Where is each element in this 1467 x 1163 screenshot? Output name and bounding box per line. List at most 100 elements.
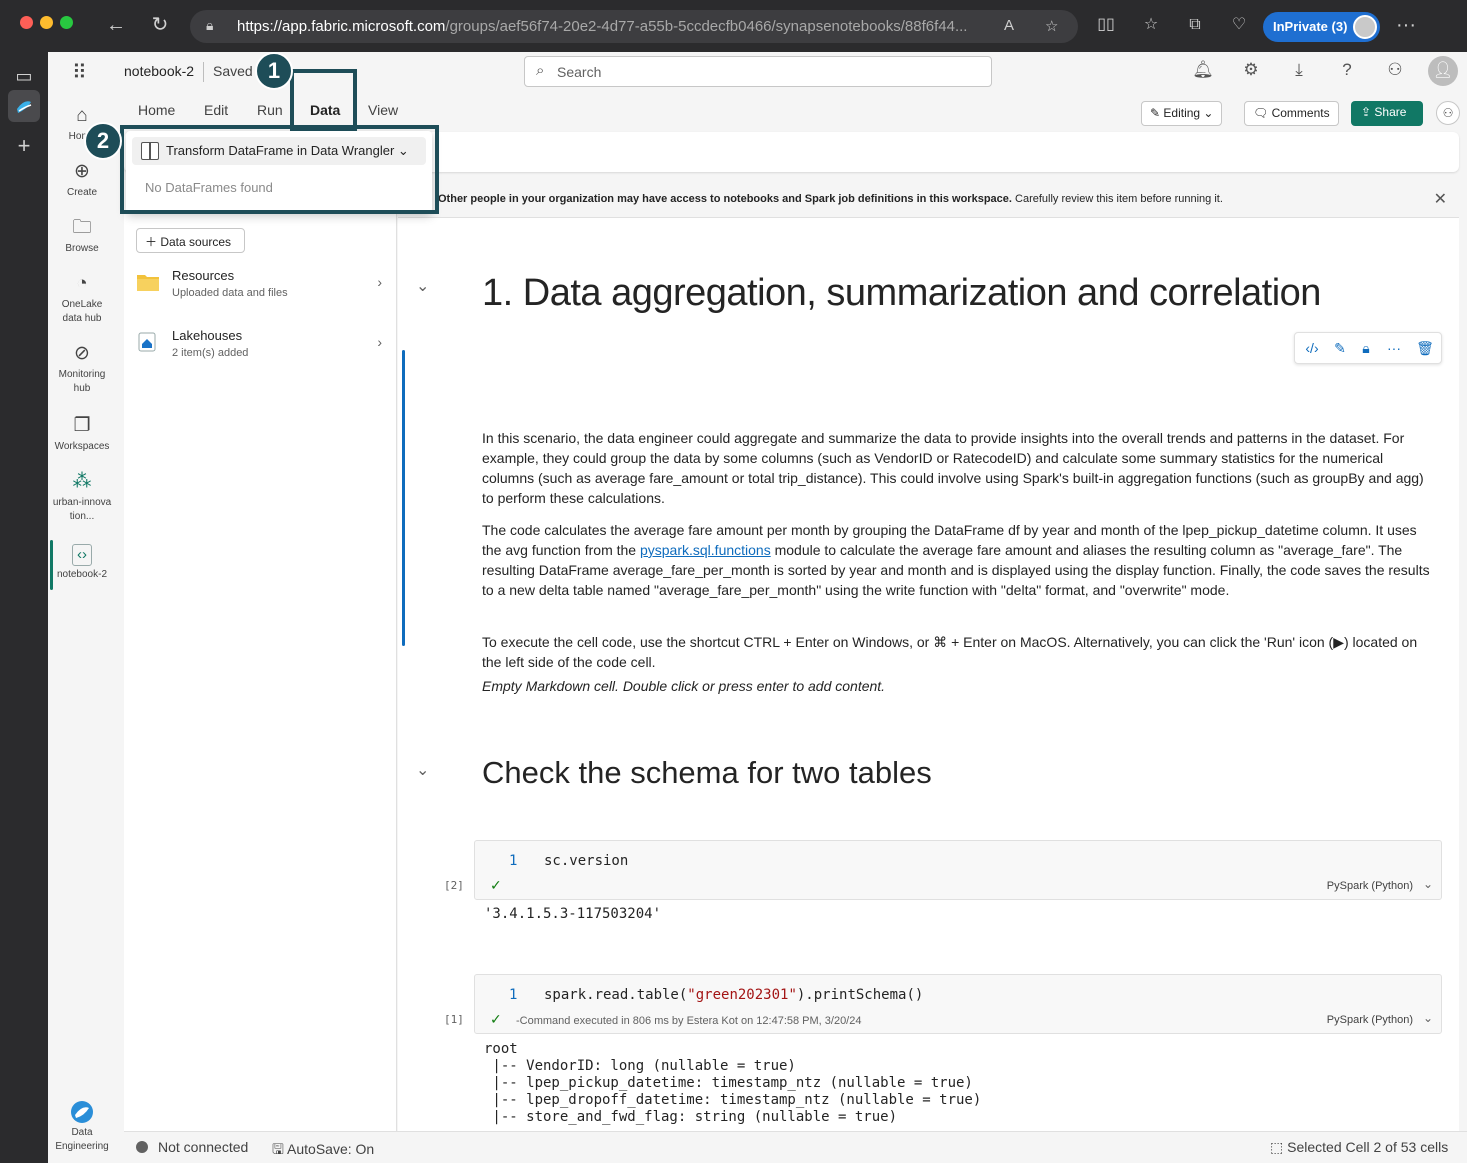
- rail-item-notebook[interactable]: ‹› notebook-2: [48, 544, 116, 582]
- chevron-right-icon[interactable]: ›: [377, 334, 382, 350]
- split-screen-icon[interactable]: ▯▯: [1093, 12, 1119, 38]
- language-selector[interactable]: PySpark (Python): [1327, 1014, 1413, 1026]
- rail-item-create[interactable]: ⊕ Create: [48, 160, 116, 200]
- code-cell[interactable]: 1 sc.version ✓ PySpark (Python) ⌄: [474, 840, 1442, 900]
- notebook-icon: ‹›: [72, 544, 92, 566]
- explorer-item-resources[interactable]: Resources Uploaded data and files ›: [136, 268, 386, 312]
- tab-run[interactable]: Run: [257, 102, 283, 118]
- tab-edit[interactable]: Edit: [204, 102, 228, 118]
- notebook-title[interactable]: notebook-2: [124, 63, 194, 79]
- connection-status[interactable]: Not connected: [136, 1139, 248, 1155]
- selected-cell-indicator: [402, 350, 405, 646]
- settings-gear-icon[interactable]: ⚙: [1239, 60, 1263, 84]
- lock-icon[interactable]: 🔒︎: [1357, 340, 1375, 357]
- share-button[interactable]: ⇪ Share: [1351, 101, 1423, 126]
- feedback-icon[interactable]: ⚇: [1383, 60, 1407, 84]
- rail-item-workspace-urban[interactable]: ⁂ urban-innovation...: [48, 470, 116, 524]
- editing-label: Editing: [1163, 106, 1201, 120]
- line-number: 1: [509, 987, 518, 1003]
- code-text[interactable]: spark.read.table("green202301").printSch…: [544, 987, 923, 1003]
- profile-avatar: [1353, 15, 1377, 39]
- address-bar[interactable]: 🔒︎ https://app.fabric.microsoft.com/grou…: [190, 10, 1078, 43]
- minimize-window-button[interactable]: [40, 16, 53, 29]
- search-icon: ⌕: [536, 62, 545, 79]
- chevron-right-icon[interactable]: ›: [377, 274, 382, 290]
- search-placeholder: Search: [557, 64, 602, 80]
- close-window-button[interactable]: [20, 16, 33, 29]
- url-text[interactable]: https://app.fabric.microsoft.com/groups/…: [237, 18, 997, 35]
- markdown-heading: 1. Data aggregation, summarization and c…: [482, 272, 1321, 314]
- notifications-bell-icon[interactable]: 🔔︎: [1191, 60, 1215, 84]
- onelake-icon: ◔: [76, 273, 88, 294]
- collections-icon[interactable]: ⧉: [1182, 12, 1208, 38]
- success-check-icon: ✓: [490, 1011, 502, 1027]
- step-badge-2: 2: [84, 122, 122, 160]
- comments-button[interactable]: 🗨︎ Comments: [1244, 101, 1339, 126]
- status-dot-icon: [136, 1141, 148, 1153]
- explorer-item-subtitle: Uploaded data and files: [172, 287, 288, 299]
- rail-label: Data Engineering: [55, 1127, 109, 1152]
- pyspark-functions-link[interactable]: pyspark.sql.functions: [640, 542, 771, 558]
- tab-actions-icon[interactable]: ▭: [12, 64, 36, 88]
- close-icon[interactable]: ✕: [1434, 189, 1447, 209]
- tab-view[interactable]: View: [368, 102, 398, 118]
- home-icon: ⌂: [76, 105, 88, 126]
- title-divider: [203, 62, 204, 82]
- nav-rail: ⌂ Home ⊕ Create 🗀 Browse ◔ OneLake data …: [48, 92, 116, 1163]
- help-icon[interactable]: ?: [1335, 60, 1359, 84]
- tab-home[interactable]: Home: [138, 102, 175, 118]
- favorites-icon[interactable]: ☆: [1138, 12, 1164, 38]
- fabric-tab-icon[interactable]: [8, 90, 40, 122]
- inprivate-button[interactable]: InPrivate (3): [1263, 12, 1380, 42]
- cell-output: root |-- VendorID: long (nullable = true…: [484, 1041, 982, 1125]
- back-icon[interactable]: ←: [103, 12, 129, 38]
- rail-label: Monitoring hub: [58, 369, 106, 394]
- refresh-icon[interactable]: ↻: [147, 12, 173, 38]
- chevron-down-icon[interactable]: ⌄: [1423, 1011, 1433, 1025]
- new-tab-icon[interactable]: +: [12, 134, 36, 158]
- empty-markdown-cell[interactable]: Empty Markdown cell. Double click or pre…: [482, 678, 885, 694]
- rail-item-data-engineering[interactable]: Data Engineering: [48, 1100, 116, 1154]
- rail-item-onelake[interactable]: ◔ OneLake data hub: [48, 272, 116, 326]
- collapse-chevron-icon[interactable]: ⌄: [416, 276, 429, 296]
- code-view-icon[interactable]: ‹/›: [1303, 340, 1321, 356]
- delete-trash-icon[interactable]: 🗑︎: [1416, 340, 1434, 357]
- rail-label: Create: [66, 187, 97, 198]
- download-icon[interactable]: ⤓: [1287, 60, 1311, 84]
- add-data-sources-button[interactable]: ＋ Data sources: [136, 228, 245, 253]
- banner-bold-text: Other people in your organization may ha…: [438, 193, 1012, 205]
- editing-mode-button[interactable]: ✎ Editing ⌄: [1141, 101, 1223, 126]
- rail-item-browse[interactable]: 🗀 Browse: [48, 216, 116, 256]
- more-options-icon[interactable]: ···: [1385, 340, 1403, 356]
- read-aloud-icon[interactable]: A: [1004, 17, 1014, 34]
- people-icon: ⁂: [72, 471, 92, 492]
- browser-essentials-icon[interactable]: ♡: [1226, 12, 1252, 38]
- favorite-star-icon[interactable]: ☆: [1045, 17, 1058, 35]
- fabric-app: ⠿ notebook-2 Saved ⌕ Search 🔔︎ ⚙ ⤓ ? ⚇ 👤…: [48, 52, 1467, 1163]
- account-avatar[interactable]: 👤︎: [1428, 56, 1458, 86]
- collapse-chevron-icon[interactable]: ⌄: [416, 760, 429, 780]
- save-status: Saved: [213, 63, 253, 79]
- rail-label: Workspaces: [54, 441, 110, 452]
- more-menu-icon[interactable]: ···: [1393, 12, 1419, 38]
- maximize-window-button[interactable]: [60, 16, 73, 29]
- folder-icon: 🗀: [72, 217, 92, 238]
- rail-item-monitoring[interactable]: ⊘ Monitoring hub: [48, 342, 116, 396]
- explorer-panel: ＋ Data sources Resources Uploaded data a…: [124, 180, 397, 1131]
- autosave-status[interactable]: 🖫︎ AutoSave: On: [272, 1139, 374, 1163]
- selection-status: ⬚ Selected Cell 2 of 53 cells: [1270, 1139, 1449, 1155]
- cell-output: '3.4.1.5.3-117503204': [484, 906, 662, 922]
- collaborators-icon[interactable]: ⚇: [1436, 101, 1460, 125]
- edit-pencil-icon[interactable]: ✎: [1331, 340, 1349, 357]
- search-input[interactable]: ⌕ Search: [524, 56, 992, 87]
- app-launcher-icon[interactable]: ⠿: [72, 60, 88, 85]
- chevron-down-icon[interactable]: ⌄: [1423, 877, 1433, 891]
- browser-sidebar: ▭ +: [0, 52, 48, 1163]
- notebook-canvas: Other people in your organization may ha…: [398, 180, 1459, 1131]
- language-selector[interactable]: PySpark (Python): [1327, 880, 1413, 892]
- rail-item-workspaces[interactable]: ❐ Workspaces: [48, 414, 116, 454]
- code-text[interactable]: sc.version: [544, 853, 628, 869]
- security-banner: Other people in your organization may ha…: [398, 180, 1459, 218]
- explorer-item-lakehouses[interactable]: Lakehouses 2 item(s) added ›: [136, 328, 386, 372]
- code-cell[interactable]: 1 spark.read.table("green202301").printS…: [474, 974, 1442, 1034]
